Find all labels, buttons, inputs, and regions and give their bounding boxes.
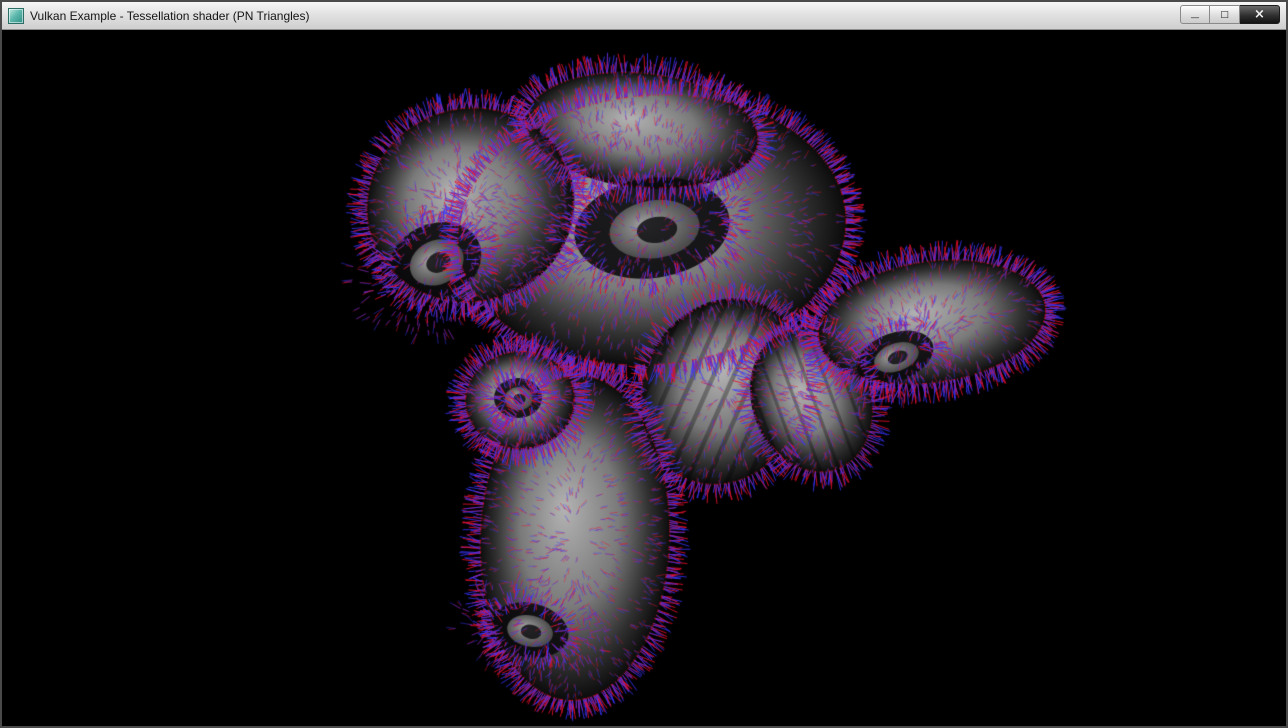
vulkan-render-viewport[interactable] xyxy=(2,30,1286,726)
vulkan-example-window: Vulkan Example - Tessellation shader (PN… xyxy=(0,0,1288,728)
close-icon: × xyxy=(1254,7,1265,22)
client-area xyxy=(2,30,1286,726)
window-controls: — □ × xyxy=(1180,5,1280,24)
close-button[interactable]: × xyxy=(1240,5,1280,24)
app-icon[interactable] xyxy=(8,8,24,24)
minimize-button[interactable]: — xyxy=(1180,5,1210,24)
window-title: Vulkan Example - Tessellation shader (PN… xyxy=(30,9,1280,23)
maximize-button[interactable]: □ xyxy=(1210,5,1240,24)
maximize-icon: □ xyxy=(1220,10,1229,20)
minimize-icon: — xyxy=(1191,13,1200,23)
window-titlebar[interactable]: Vulkan Example - Tessellation shader (PN… xyxy=(2,2,1286,30)
